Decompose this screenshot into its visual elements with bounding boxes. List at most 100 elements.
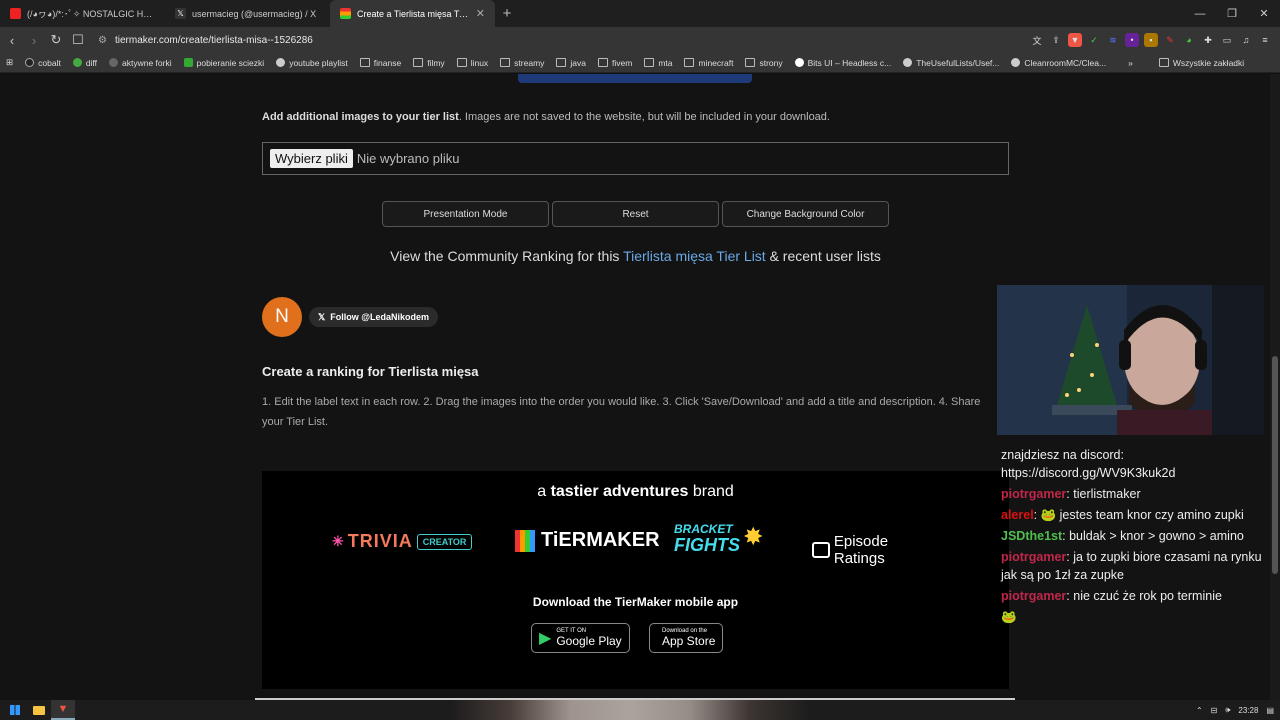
bookmark-folder[interactable]: fivem bbox=[592, 58, 638, 68]
brave-taskbar-icon[interactable]: ▼ bbox=[51, 700, 75, 720]
reset-button[interactable]: Reset bbox=[552, 201, 719, 227]
tab-nostalgic[interactable]: (/◕ヮ◕)/*:･ﾟ✧ NOSTALGIC HEXD bbox=[0, 0, 165, 27]
scrollbar-thumb[interactable] bbox=[1272, 356, 1278, 574]
network-icon[interactable]: ⊟ bbox=[1211, 706, 1218, 715]
google-play-icon: ▶ bbox=[539, 630, 552, 647]
chat-message: piotrgamer: tierlistmaker bbox=[1001, 485, 1263, 503]
extensions-puzzle-icon[interactable]: ✚ bbox=[1201, 33, 1215, 47]
bookmark-folder[interactable]: filmy bbox=[407, 58, 450, 68]
bookmark-folder[interactable]: finanse bbox=[354, 58, 407, 68]
avatar[interactable]: N bbox=[262, 297, 302, 337]
bookmark-item[interactable]: diff bbox=[67, 58, 103, 68]
diff-icon bbox=[72, 58, 82, 67]
tab-x-profile[interactable]: 𝕏 usermacieg (@usermacieg) / X bbox=[165, 0, 330, 27]
folder-icon bbox=[456, 58, 467, 67]
bookmark-item[interactable]: youtube playlist bbox=[270, 58, 354, 68]
save-download-button-edge[interactable] bbox=[518, 74, 752, 83]
minimize-icon[interactable]: — bbox=[1184, 0, 1216, 27]
bookmark-item[interactable]: aktywne forki bbox=[103, 58, 178, 68]
bookmark-folder[interactable]: linux bbox=[451, 58, 494, 68]
bookmark-page-icon[interactable]: ☐ bbox=[68, 29, 88, 51]
add-images-bold: Add additional images to your tier list bbox=[262, 111, 459, 123]
tiermaker-logo[interactable]: TiERMAKER bbox=[515, 529, 660, 552]
bookmark-folder[interactable]: streamy bbox=[494, 58, 550, 68]
brand-name: tastier adventures bbox=[550, 483, 689, 500]
all-bookmarks-folder[interactable]: Wszystkie zakładki bbox=[1153, 58, 1250, 68]
file-status: Nie wybrano pliku bbox=[356, 151, 460, 166]
close-icon[interactable]: ✕ bbox=[476, 7, 485, 20]
tab-tiermaker[interactable]: Create a Tierlista mięsa Tier List ✕ bbox=[330, 0, 495, 27]
trivia-creator-logo[interactable]: ✳ TRIVIA CREATOR bbox=[332, 531, 473, 552]
x-icon: 𝕏 bbox=[175, 8, 186, 19]
new-tab-button[interactable]: + bbox=[495, 0, 519, 27]
address-bar[interactable]: ⚙ tiermaker.com/create/tierlista-misa--1… bbox=[98, 29, 1030, 51]
google-big: Google Play bbox=[556, 634, 622, 648]
bookmark-item[interactable]: Bits UI – Headless c... bbox=[789, 58, 898, 68]
folder-icon bbox=[556, 58, 567, 67]
media-icon[interactable]: ♫ bbox=[1239, 33, 1253, 47]
volume-icon[interactable]: 🕪 bbox=[1225, 705, 1230, 715]
sidebar-icon[interactable]: ▭ bbox=[1220, 33, 1234, 47]
follow-button[interactable]: 𝕏 Follow @LedaNikodem bbox=[309, 307, 439, 327]
tiermaker-grid-icon bbox=[515, 529, 537, 552]
bookmark-folder[interactable]: mta bbox=[638, 58, 678, 68]
choose-files-button[interactable]: Wybierz pliki bbox=[270, 149, 353, 168]
notifications-icon[interactable]: ▤ bbox=[1266, 706, 1274, 715]
folder-icon bbox=[684, 58, 695, 67]
community-ranking-link[interactable]: Tierlista mięsa Tier List bbox=[623, 248, 766, 264]
presentation-mode-button[interactable]: Presentation Mode bbox=[382, 201, 549, 227]
extension-icon[interactable]: • bbox=[1125, 33, 1139, 47]
change-background-color-button[interactable]: Change Background Color bbox=[722, 201, 889, 227]
menu-icon[interactable]: ≡ bbox=[1258, 33, 1272, 47]
chat-user: piotrgamer bbox=[1001, 487, 1067, 501]
bookmark-folder[interactable]: strony bbox=[739, 58, 788, 68]
check-extension-icon[interactable]: ✓ bbox=[1087, 33, 1101, 47]
webcam-overlay bbox=[997, 285, 1264, 435]
tab-label: usermacieg (@usermacieg) / X bbox=[192, 8, 317, 19]
start-icon[interactable] bbox=[3, 700, 27, 720]
bookmark-item[interactable]: CleanroomMC/Clea... bbox=[1005, 58, 1112, 68]
site-info-icon[interactable]: ⚙ bbox=[98, 35, 107, 46]
bookmark-folder[interactable]: java bbox=[550, 58, 592, 68]
bookmark-item[interactable]: cobalt bbox=[19, 58, 67, 68]
bookmark-folder[interactable]: minecraft bbox=[678, 58, 739, 68]
close-window-icon[interactable]: ✕ bbox=[1248, 0, 1280, 27]
tab-bar: (/◕ヮ◕)/*:･ﾟ✧ NOSTALGIC HEXD 𝕏 usermacieg… bbox=[0, 0, 1280, 27]
episode-ratings-logo[interactable]: Episode Ratings bbox=[812, 533, 942, 567]
restore-icon[interactable]: ❐ bbox=[1216, 0, 1248, 27]
share-icon[interactable]: ⇪ bbox=[1049, 33, 1063, 47]
reload-icon[interactable]: ↻ bbox=[46, 29, 66, 51]
tray-arrow-icon[interactable]: ⌃ bbox=[1196, 706, 1203, 715]
brave-shield-icon[interactable]: ▼ bbox=[1068, 33, 1082, 47]
pen-extension-icon[interactable]: ✎ bbox=[1163, 33, 1177, 47]
os-taskbar: ▼ ⌃ ⊟ 🕪 23:28 ▤ bbox=[0, 700, 1280, 720]
folder-icon bbox=[413, 58, 424, 67]
extension-icon[interactable]: ≋ bbox=[1106, 33, 1120, 47]
app-store-badge[interactable]: Download on the App Store bbox=[649, 623, 724, 653]
clock[interactable]: 23:28 bbox=[1238, 706, 1258, 715]
create-ranking-title: Create a ranking for Tierlista mięsa bbox=[262, 364, 479, 379]
apps-icon[interactable]: ⊞ bbox=[0, 57, 19, 68]
extension-icon[interactable]: ▪ bbox=[1144, 33, 1158, 47]
google-play-badge[interactable]: ▶ GET IT ON Google Play bbox=[531, 623, 630, 653]
action-buttons: Presentation Mode Reset Change Backgroun… bbox=[382, 201, 889, 227]
cobalt-icon bbox=[25, 58, 35, 67]
bookmark-item[interactable]: TheUsefulLists/Usef... bbox=[897, 58, 1005, 68]
scrollbar[interactable] bbox=[1270, 74, 1280, 701]
folder-icon bbox=[598, 58, 608, 67]
file-upload-field[interactable]: Wybierz pliki Nie wybrano pliku bbox=[262, 142, 1009, 175]
back-icon[interactable]: ‹ bbox=[2, 29, 22, 51]
follow-label: Follow @LedaNikodem bbox=[330, 312, 430, 322]
more-bookmarks-icon[interactable]: » bbox=[1122, 58, 1139, 68]
forward-icon[interactable]: › bbox=[24, 29, 44, 51]
file-explorer-icon[interactable] bbox=[27, 700, 51, 720]
google-play-text: GET IT ON Google Play bbox=[556, 628, 621, 648]
bracket-fights-logo[interactable]: BRACKET FIGHTS ✸ bbox=[674, 521, 762, 554]
tab-label: (/◕ヮ◕)/*:･ﾟ✧ NOSTALGIC HEXD bbox=[27, 9, 155, 19]
github-icon bbox=[1011, 58, 1021, 67]
download-icon bbox=[183, 58, 193, 67]
extension-icon[interactable]: ◕ bbox=[1182, 33, 1196, 47]
folder-icon bbox=[359, 58, 370, 67]
translate-icon[interactable]: 文 bbox=[1030, 33, 1044, 47]
bookmark-item[interactable]: pobieranie sciezki bbox=[178, 58, 271, 68]
